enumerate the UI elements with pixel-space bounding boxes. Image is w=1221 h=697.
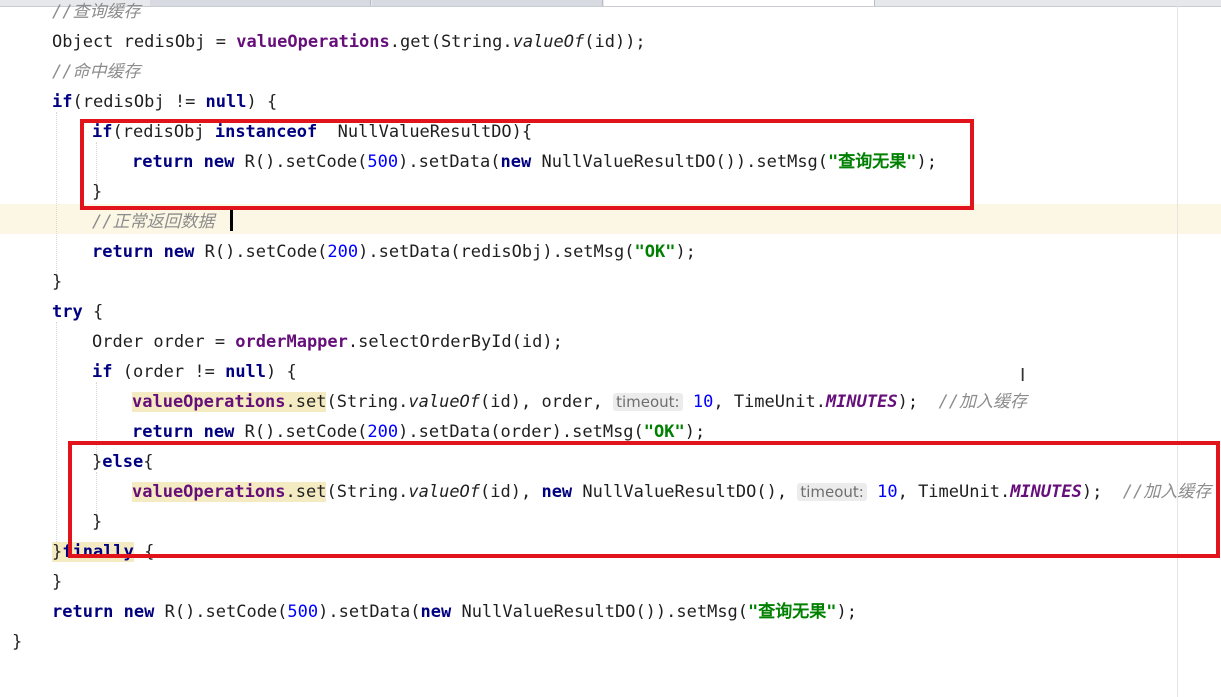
code-token: (order !=	[112, 362, 226, 382]
code-line[interactable]: }	[52, 267, 62, 297]
highlight-box-cache-null-value	[68, 441, 1220, 558]
code-line[interactable]: }	[12, 627, 22, 657]
keyword-token: return new	[52, 602, 155, 622]
code-token: R().setCode(	[194, 242, 328, 262]
code-token: , TimeUnit.	[713, 392, 826, 412]
code-line[interactable]: //正常返回数据	[92, 207, 214, 237]
code-token: ) {	[246, 92, 278, 112]
editor-tab[interactable]	[372, 0, 603, 6]
keyword-token: if	[52, 92, 73, 112]
highlight-box-cached-null-check	[80, 119, 974, 210]
comment-token: //加入缓存	[938, 392, 1028, 412]
number-token: 200	[327, 242, 359, 262]
code-token: .selectOrderById(id);	[347, 332, 563, 352]
keyword-token: new	[420, 602, 452, 622]
code-token: );	[675, 242, 696, 262]
usage-highlight: .set	[285, 392, 327, 412]
code-token: Object redisObj =	[52, 32, 237, 52]
code-token: (id));	[584, 32, 646, 52]
comment-token: //命中缓存	[52, 62, 141, 82]
code-token: ).setData(redisObj).setMsg(	[358, 242, 635, 262]
indent-guide	[56, 322, 57, 550]
code-token: );	[836, 602, 857, 622]
code-token: {	[82, 302, 104, 322]
code-line[interactable]: return new R().setCode(200).setData(redi…	[92, 237, 696, 267]
code-line[interactable]: Order order = orderMapper.selectOrderByI…	[92, 327, 563, 357]
editor-tab-bar	[0, 0, 1221, 7]
code-token: (id), order,	[480, 392, 614, 412]
code-line[interactable]: }	[52, 567, 62, 597]
code-token: R().setCode(	[154, 602, 288, 622]
code-token: }	[12, 632, 23, 652]
code-line[interactable]: //命中缓存	[52, 57, 140, 87]
usage-highlight: }	[52, 542, 63, 562]
text-cursor-icon: I	[1020, 365, 1026, 386]
code-token: Order order =	[92, 332, 236, 352]
code-token: );	[897, 392, 939, 412]
string-token: "查询无果"	[748, 602, 837, 622]
editor-tab-active[interactable]	[604, 0, 875, 6]
parameter-hint: timeout:	[613, 393, 683, 411]
keyword-token: if	[92, 362, 113, 382]
code-token: .get(String.	[389, 32, 513, 52]
code-line[interactable]: if (order != null) {	[92, 357, 297, 387]
code-line[interactable]: try {	[52, 297, 103, 327]
code-token: }	[52, 572, 63, 592]
string-token: "OK"	[643, 422, 685, 442]
code-token: );	[684, 422, 706, 442]
field-token: valueOperations	[132, 392, 286, 412]
code-token: }	[52, 272, 63, 292]
indent-guide	[56, 112, 57, 280]
keyword-token: return new	[92, 242, 195, 262]
code-line[interactable]: valueOperations.set(String.valueOf(id), …	[132, 387, 1027, 417]
code-line[interactable]: Object redisObj = valueOperations.get(St…	[52, 27, 646, 57]
comment-token: //正常返回数据	[92, 212, 215, 232]
static-method-token: valueOf	[408, 392, 481, 412]
string-token: "OK"	[634, 242, 676, 262]
code-line[interactable]: return new R().setCode(500).setData(new …	[52, 597, 857, 627]
code-line[interactable]: if(redisObj != null) {	[52, 87, 277, 117]
number-token: 10	[692, 392, 714, 412]
code-token: (redisObj !=	[72, 92, 206, 112]
editor-tab[interactable]	[150, 0, 371, 6]
number-token: 500	[287, 602, 319, 622]
code-line[interactable]: //查询缓存	[52, 0, 140, 27]
static-method-token: valueOf	[512, 32, 585, 52]
code-token: ).setData(order).setMsg(	[398, 422, 644, 442]
field-token: valueOperations	[236, 32, 390, 52]
keyword-token: null	[225, 362, 267, 382]
code-token: (String.	[326, 392, 409, 412]
right-margin-guide	[1177, 0, 1178, 697]
number-token: 200	[367, 422, 399, 442]
code-token: ).setData(	[318, 602, 421, 622]
field-token: orderMapper	[235, 332, 348, 352]
code-token: R().setCode(	[234, 422, 368, 442]
code-token: ) {	[266, 362, 297, 382]
keyword-token: return new	[132, 422, 235, 442]
keyword-token: null	[205, 92, 247, 112]
constant-token: MINUTES	[825, 392, 898, 412]
code-token: NullValueResultDO()).setMsg(	[451, 602, 749, 622]
comment-token: //查询缓存	[52, 2, 141, 22]
keyword-token: try	[52, 302, 83, 322]
